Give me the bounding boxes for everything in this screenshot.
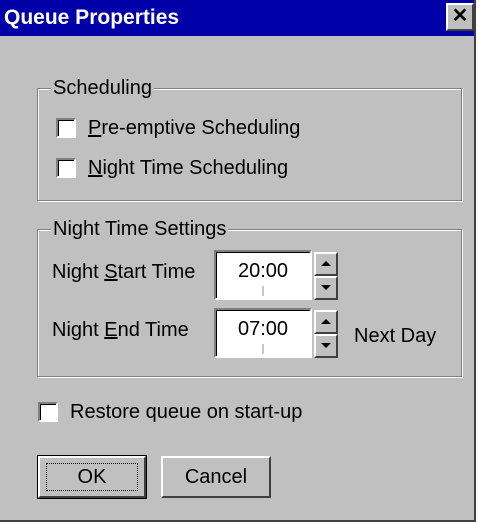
title-bar[interactable]: Queue Properties ✕ xyxy=(0,0,474,36)
arrow-down-icon xyxy=(321,285,331,290)
focus-rectangle xyxy=(46,463,138,491)
night-start-down-button[interactable] xyxy=(314,276,338,300)
scheduling-group xyxy=(37,88,462,201)
night-start-time-label: Night Start Time xyxy=(52,261,195,283)
preemptive-mnemonic: P xyxy=(88,117,102,139)
close-button[interactable]: ✕ xyxy=(446,3,474,31)
night-start-up-button[interactable] xyxy=(314,252,338,276)
preemptive-scheduling-checkbox[interactable] xyxy=(56,118,76,138)
night-start-label-part1: Night xyxy=(52,261,105,283)
queue-properties-dialog: Queue Properties ✕ Scheduling Pre-emptiv… xyxy=(0,0,476,522)
text-caret xyxy=(262,286,264,296)
close-icon: ✕ xyxy=(451,5,469,27)
arrow-up-icon xyxy=(321,319,331,324)
night-end-time-label: Night End Time xyxy=(52,319,189,341)
night-end-time-value: 07:00 xyxy=(237,318,289,340)
restore-queue-checkbox[interactable] xyxy=(38,402,58,422)
night-start-label-part2: tart Time xyxy=(117,261,196,283)
night-end-down-button[interactable] xyxy=(314,334,338,358)
arrow-down-icon xyxy=(321,343,331,348)
ok-button[interactable]: OK xyxy=(37,455,147,499)
next-day-label: Next Day xyxy=(354,325,437,347)
night-end-time-input[interactable]: 07:00 xyxy=(214,308,312,358)
night-time-scheduling-checkbox[interactable] xyxy=(56,158,76,178)
night-time-label-rest: ight Time Scheduling xyxy=(102,157,289,179)
scheduling-legend: Scheduling xyxy=(51,77,154,99)
night-time-mnemonic: N xyxy=(88,157,103,179)
cancel-button-label: Cancel xyxy=(184,466,248,488)
preemptive-label-rest: re-emptive Scheduling xyxy=(101,117,301,139)
night-end-up-button[interactable] xyxy=(314,310,338,334)
arrow-up-icon xyxy=(321,261,331,266)
night-time-settings-legend: Night Time Settings xyxy=(51,218,229,240)
night-start-time-input[interactable]: 20:00 xyxy=(214,250,312,300)
night-end-label-part2: nd Time xyxy=(117,319,189,341)
cancel-button[interactable]: Cancel xyxy=(161,456,271,498)
night-end-label-part1: Night xyxy=(52,319,105,341)
night-start-mnemonic: S xyxy=(104,261,118,283)
night-time-scheduling-label[interactable]: Night Time Scheduling xyxy=(88,157,288,179)
night-start-time-value: 20:00 xyxy=(237,260,289,282)
dialog-title: Queue Properties xyxy=(4,6,180,29)
restore-queue-label[interactable]: Restore queue on start-up xyxy=(70,401,302,423)
preemptive-scheduling-label[interactable]: Pre-emptive Scheduling xyxy=(88,117,300,139)
night-end-mnemonic: E xyxy=(104,319,118,341)
text-caret xyxy=(262,344,264,354)
